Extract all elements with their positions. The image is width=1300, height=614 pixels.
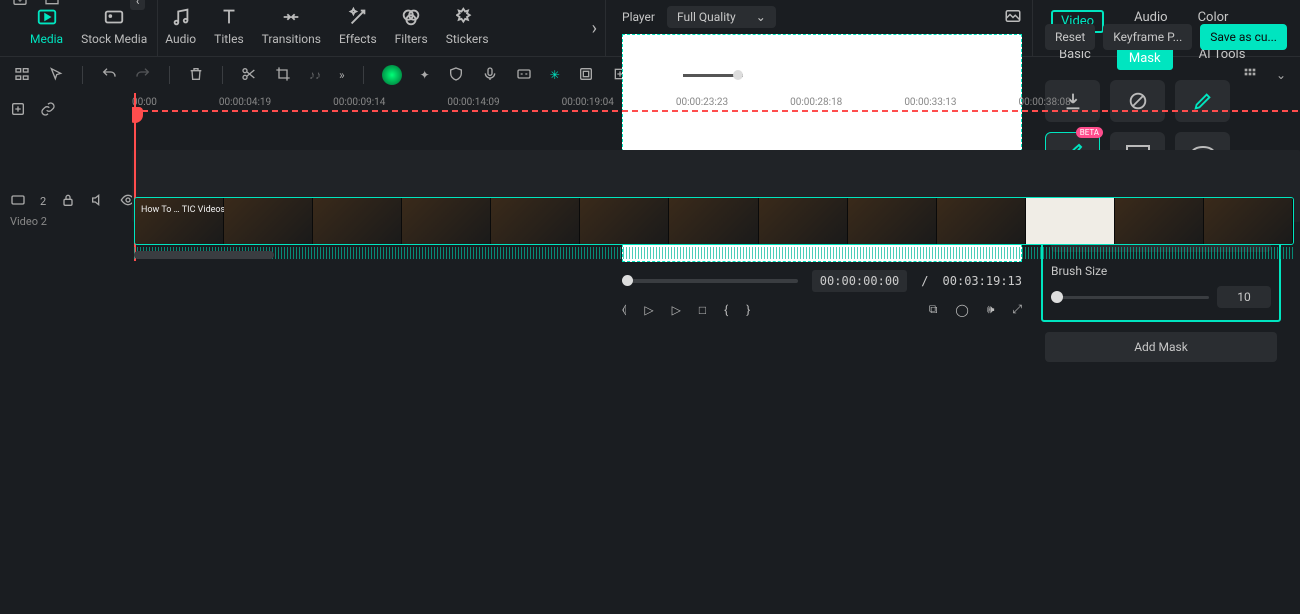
chevron-down-icon: ⌄: [756, 10, 766, 24]
tab-stickers[interactable]: Stickers: [446, 4, 489, 46]
timeline-scrollbar[interactable]: [134, 251, 274, 259]
timecode-total: 00:03:19:13: [943, 274, 1022, 288]
timecode-current[interactable]: 00:00:00:00: [812, 270, 907, 292]
group-icon[interactable]: [578, 66, 594, 85]
add-track-icon[interactable]: [10, 101, 26, 120]
tab-filters[interactable]: Filters: [395, 4, 428, 46]
sparkle-icon[interactable]: ✦: [420, 68, 430, 82]
tab-transitions[interactable]: Transitions: [262, 4, 321, 46]
track-name: Video 2: [10, 215, 122, 228]
clip-icon[interactable]: [10, 192, 26, 211]
add-mask-button[interactable]: Add Mask: [1045, 332, 1277, 362]
source-tabs: Media Stock Media Audio Titles Transitio…: [0, 0, 605, 56]
keyframe-button[interactable]: Keyframe P...: [1103, 24, 1192, 50]
subtab-mask[interactable]: Mask: [1117, 47, 1173, 70]
tab-media[interactable]: Media: [30, 4, 63, 46]
tab-audio[interactable]: Audio: [165, 4, 196, 46]
crop-icon[interactable]: [275, 66, 291, 85]
mark-in-icon[interactable]: {: [724, 303, 728, 317]
timeline-canvas[interactable]: 00:0000:00:04:1900:00:09:14 00:00:14:090…: [132, 93, 1300, 261]
audio-waveform: [134, 247, 1294, 259]
delete-icon[interactable]: [188, 66, 204, 85]
fullscreen-icon[interactable]: ⤢: [1012, 302, 1022, 317]
time-ruler[interactable]: 00:0000:00:04:1900:00:09:14 00:00:14:090…: [132, 93, 1300, 110]
brush-size-value[interactable]: 10: [1217, 286, 1271, 308]
more-tools-icon[interactable]: »: [339, 68, 345, 82]
link-icon[interactable]: [40, 101, 56, 120]
prev-frame-icon[interactable]: ⦉: [622, 302, 626, 317]
undo-icon[interactable]: [101, 66, 117, 85]
tool-select-icon[interactable]: [48, 66, 64, 85]
quality-select[interactable]: Full Quality ⌄: [667, 6, 776, 28]
track-badge: 2: [40, 195, 46, 208]
tab-effects[interactable]: Effects: [339, 4, 377, 46]
caption-icon[interactable]: [516, 66, 532, 85]
shield-icon[interactable]: [448, 66, 464, 85]
tab-titles[interactable]: Titles: [214, 4, 243, 46]
player-label: Player: [622, 10, 655, 24]
subtab-basic[interactable]: Basic: [1059, 47, 1091, 70]
camera-icon[interactable]: ◯: [955, 303, 968, 317]
compare-icon[interactable]: ⧉: [929, 302, 938, 317]
redo-icon[interactable]: [135, 66, 151, 85]
play-icon[interactable]: ▷: [672, 303, 681, 317]
timeline-clip[interactable]: How To … TIC Videos Step by Step Guide 2…: [134, 197, 1294, 245]
tab-stock-media[interactable]: Stock Media: [81, 4, 147, 46]
brush-size-slider[interactable]: [1051, 296, 1209, 299]
seek-bar[interactable]: [622, 279, 798, 283]
music-icon[interactable]: ♪♪: [309, 68, 321, 82]
tool-tracks-icon[interactable]: [14, 66, 30, 85]
subtab-ai-tools[interactable]: AI Tools: [1199, 47, 1246, 70]
reset-button[interactable]: Reset: [1045, 24, 1095, 50]
play-start-icon[interactable]: ▷: [644, 303, 653, 317]
mute-icon[interactable]: [90, 192, 106, 211]
marker-sync-icon[interactable]: ✳: [550, 68, 560, 82]
stop-icon[interactable]: □: [699, 303, 706, 317]
split-icon[interactable]: [241, 66, 257, 85]
snapshot-icon[interactable]: [1004, 7, 1022, 28]
mark-out-icon[interactable]: }: [746, 303, 750, 317]
ai-avatar-icon[interactable]: [382, 65, 402, 85]
volume-icon[interactable]: 🕪: [987, 302, 995, 317]
zoom-slider[interactable]: [683, 74, 743, 77]
tabs-next-icon[interactable]: ›: [592, 18, 597, 39]
lock-icon[interactable]: [60, 192, 76, 211]
brush-size-label: Brush Size: [1051, 264, 1271, 278]
mic-icon[interactable]: [482, 66, 498, 85]
save-preset-button[interactable]: Save as cu...: [1200, 24, 1287, 50]
